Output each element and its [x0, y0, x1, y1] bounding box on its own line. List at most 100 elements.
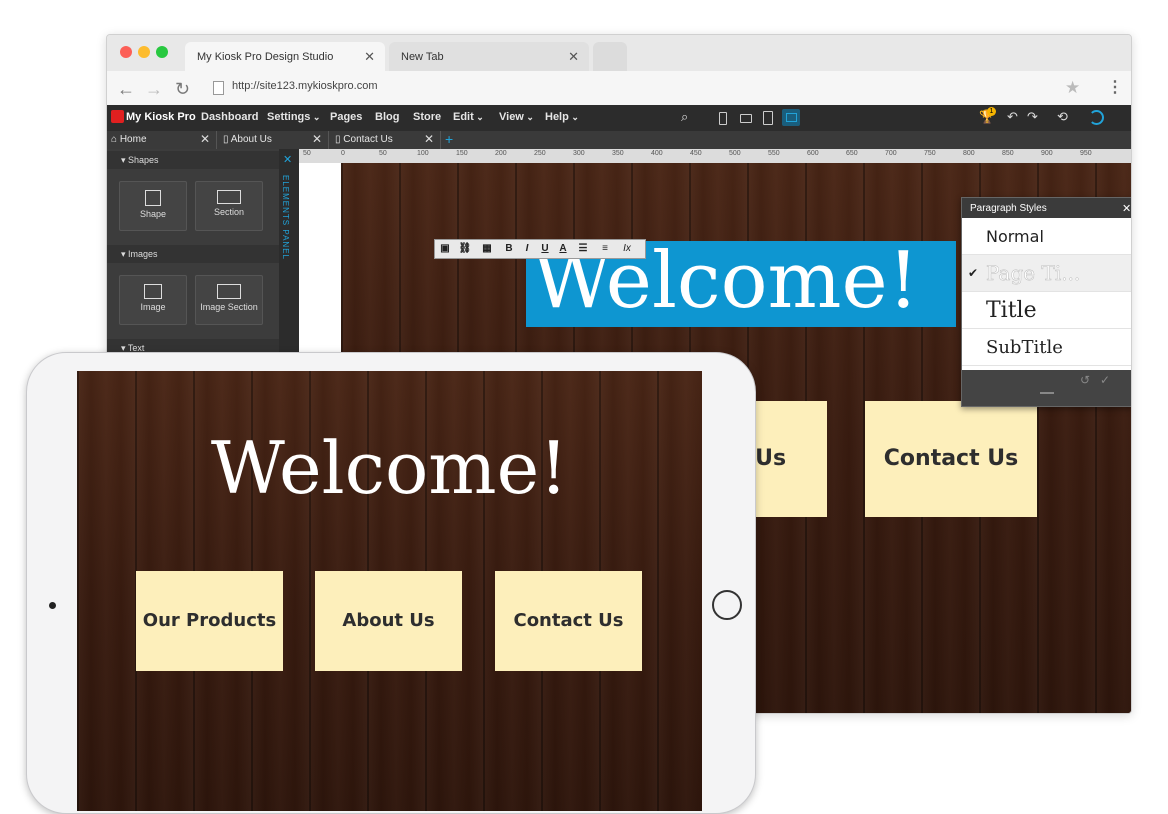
ruler-label: 850	[1002, 150, 1014, 157]
browser-tabstrip: My Kiosk Pro Design Studio ✕ New Tab ✕	[107, 35, 1131, 71]
page-icon: ▯	[223, 134, 229, 145]
loading-spinner-icon	[1089, 110, 1104, 125]
canvas-button-contact[interactable]: Contact Us	[865, 401, 1037, 517]
ruler-label: 750	[924, 150, 936, 157]
tile-image[interactable]: Image	[119, 275, 187, 325]
phone-view-icon[interactable]	[719, 112, 727, 125]
section-shapes[interactable]: ▾ Shapes	[107, 151, 279, 169]
menu-pages[interactable]: Pages	[330, 111, 362, 123]
page-tab-contact[interactable]: ▯ Contact Us ✕	[331, 131, 441, 149]
page-tab-about[interactable]: ▯ About Us ✕	[219, 131, 329, 149]
menu-settings[interactable]: Settings ⌄	[267, 111, 320, 123]
page-tab-label: About Us	[230, 134, 272, 145]
ruler-label: 650	[846, 150, 858, 157]
chevron-down-icon: ⌄	[568, 112, 579, 122]
close-tab-icon[interactable]: ✕	[568, 49, 579, 65]
browser-tab-new-tab[interactable]: New Tab ✕	[389, 42, 589, 71]
ruler-label: 200	[495, 150, 507, 157]
forward-arrow-icon[interactable]: →	[145, 79, 163, 100]
tile-shape[interactable]: Shape	[119, 181, 187, 231]
ruler-label: 450	[690, 150, 702, 157]
page-tabs: ⌂ Home ✕ ▯ About Us ✕ ▯ Contact Us ✕ +	[107, 131, 1131, 149]
browser-tab-design-studio[interactable]: My Kiosk Pro Design Studio ✕	[185, 42, 385, 71]
minimize-window-button[interactable]	[138, 46, 150, 58]
add-page-icon[interactable]: +	[445, 131, 453, 147]
close-panel-icon[interactable]: ✕	[1122, 202, 1131, 215]
tile-label: Shape	[139, 209, 167, 219]
tile-section[interactable]: Section	[195, 181, 263, 231]
section-title: Shapes	[128, 155, 159, 165]
horizontal-ruler: 50 0 50 100 150 200 250 300 350 400 450 …	[299, 149, 1131, 164]
undo-icon[interactable]: ↶	[1007, 109, 1018, 125]
app-logo: My Kiosk Pro	[126, 111, 196, 123]
url-field[interactable]: http://site123.mykioskpro.com	[232, 80, 378, 92]
page-tab-home[interactable]: ⌂ Home ✕	[107, 131, 217, 149]
tablet-view-icon[interactable]	[763, 111, 773, 125]
text-edit-toolbar: ▣ ⛓ ▦ B I U A ☰ ≡ Ix	[434, 239, 646, 259]
ipad-button-our-products[interactable]: Our Products	[136, 571, 283, 671]
chevron-down-icon: ⌄	[473, 112, 484, 122]
bold-icon[interactable]: B	[501, 242, 517, 256]
style-subtitle[interactable]: SubTitle	[962, 329, 1131, 366]
back-arrow-icon[interactable]: ←	[117, 79, 135, 100]
browser-menu-icon[interactable]: ⋮	[1107, 77, 1123, 97]
reset-icon[interactable]: ↺	[1080, 373, 1090, 387]
apply-check-icon[interactable]: ✓	[1100, 373, 1110, 387]
underline-icon[interactable]: U	[537, 242, 553, 256]
menu-help[interactable]: Help ⌄	[545, 111, 579, 123]
style-page-title[interactable]: Page Ti...	[962, 255, 1131, 292]
close-tab-icon[interactable]: ✕	[200, 132, 210, 146]
ipad-button-about-us[interactable]: About Us	[315, 571, 462, 671]
menu-view-label: View	[499, 111, 524, 123]
close-panel-icon[interactable]: ✕	[283, 153, 292, 166]
style-normal[interactable]: Normal	[962, 218, 1131, 255]
close-window-button[interactable]	[120, 46, 132, 58]
maximize-window-button[interactable]	[156, 46, 168, 58]
numbered-list-icon[interactable]: ≡	[597, 242, 613, 256]
camera-icon	[49, 602, 56, 609]
ruler-label: 600	[807, 150, 819, 157]
menu-dashboard[interactable]: Dashboard	[201, 111, 258, 123]
browser-tab-title: New Tab	[401, 51, 444, 63]
phone-landscape-icon[interactable]	[740, 114, 752, 123]
redo-icon[interactable]: ↷	[1027, 109, 1038, 125]
browser-tab-title: My Kiosk Pro Design Studio	[197, 51, 334, 63]
close-tab-icon[interactable]: ✕	[424, 132, 434, 146]
menu-blog[interactable]: Blog	[375, 111, 399, 123]
style-title[interactable]: Title	[962, 292, 1131, 329]
tile-label: Section	[213, 207, 245, 217]
bullet-list-icon[interactable]: ☰	[575, 242, 591, 256]
close-tab-icon[interactable]: ✕	[312, 132, 322, 146]
ipad-button-contact-us[interactable]: Contact Us	[495, 571, 642, 671]
new-tab-button[interactable]	[593, 42, 627, 71]
section-images[interactable]: ▾ Images	[107, 245, 279, 263]
home-icon: ⌂	[111, 134, 118, 145]
ruler-label: 700	[885, 150, 897, 157]
home-button[interactable]	[712, 590, 742, 620]
menu-view[interactable]: View ⌄	[499, 111, 534, 123]
bookmark-star-icon[interactable]: ★	[1065, 78, 1080, 98]
reload-icon[interactable]: ↻	[175, 79, 190, 100]
italic-icon[interactable]: I	[519, 242, 535, 256]
resize-handle-icon[interactable]	[1040, 392, 1054, 394]
link-icon[interactable]: ⛓	[457, 242, 473, 256]
insert-image-icon[interactable]: ▣	[437, 242, 453, 256]
chevron-down-icon: ⌄	[523, 112, 534, 122]
address-bar: ← → ↻ http://site123.mykioskpro.com ★ ⋮	[107, 71, 1131, 106]
logo-icon	[111, 110, 124, 123]
check-icon: ✔	[968, 266, 979, 280]
tile-label: Image	[140, 302, 166, 312]
history-icon[interactable]: ⟲	[1057, 109, 1068, 125]
preview-icon[interactable]: ⌕	[681, 109, 688, 125]
clear-format-icon[interactable]: Ix	[619, 242, 635, 256]
font-color-icon[interactable]: A	[555, 242, 571, 256]
close-tab-icon[interactable]: ✕	[364, 49, 375, 65]
menu-store[interactable]: Store	[413, 111, 441, 123]
table-icon[interactable]: ▦	[479, 242, 495, 256]
ruler-label: 50	[303, 150, 311, 157]
notification-badge: 1	[987, 107, 996, 116]
menu-edit[interactable]: Edit ⌄	[453, 111, 484, 123]
ruler-label: 250	[534, 150, 546, 157]
tile-image-section[interactable]: Image Section	[195, 275, 263, 325]
page-icon	[213, 81, 224, 95]
